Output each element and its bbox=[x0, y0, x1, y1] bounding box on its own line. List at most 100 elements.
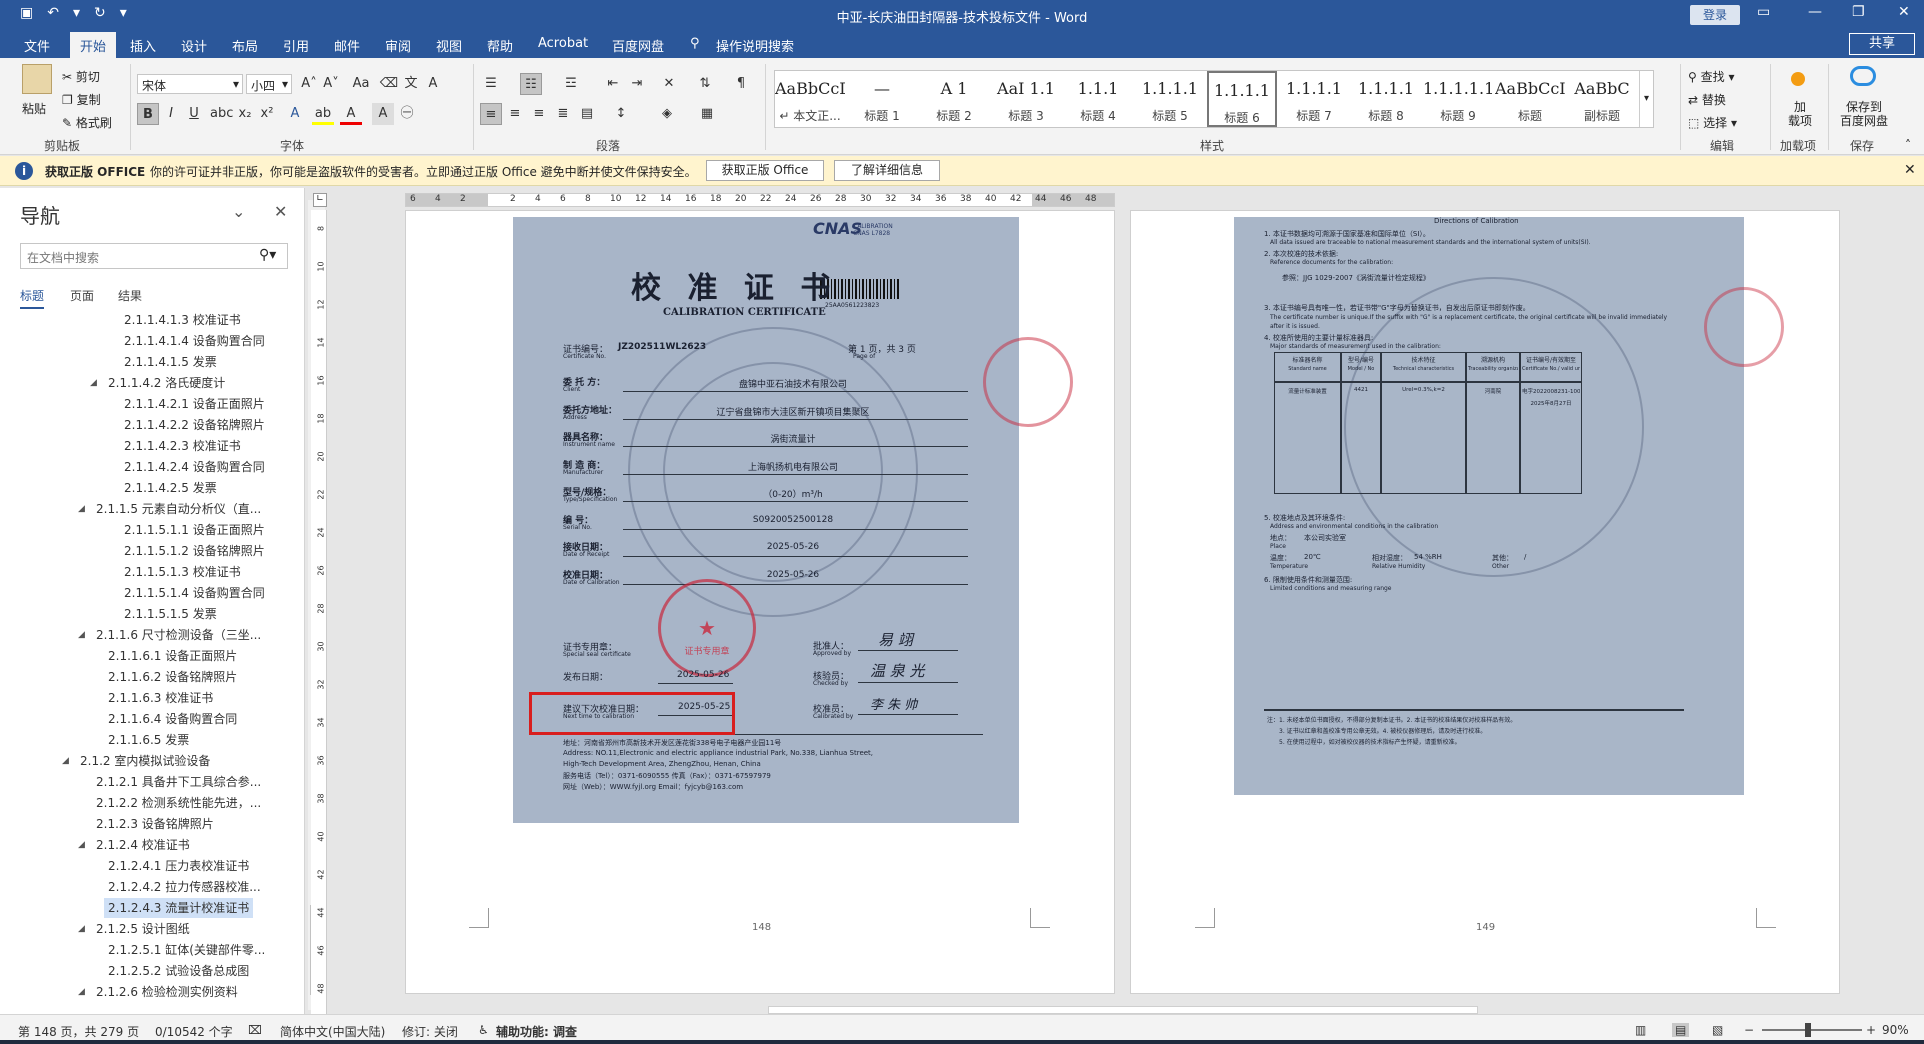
accessibility-icon[interactable]: ♿ bbox=[478, 1023, 489, 1037]
sort-icon[interactable]: ⇅ bbox=[694, 73, 716, 95]
chevron-down-icon[interactable]: ⌄ bbox=[232, 202, 245, 221]
styles-more-icon[interactable]: ▾ bbox=[1639, 71, 1653, 127]
nav-heading-item[interactable]: 2.1.1.4.2.3 校准证书 bbox=[120, 436, 245, 456]
tab-acrobat[interactable]: Acrobat bbox=[538, 36, 588, 51]
web-layout-icon[interactable]: ▧ bbox=[1712, 1023, 1723, 1037]
nav-heading-item[interactable]: 2.1.2.6 检验检测实例资料 bbox=[92, 982, 242, 1002]
font-size-combo[interactable]: 小四 ▾ bbox=[246, 74, 292, 94]
nav-heading-item[interactable]: 2.1.1.6.2 设备铭牌照片 bbox=[104, 667, 241, 687]
share-button[interactable]: 共享 bbox=[1849, 33, 1915, 55]
page-count[interactable]: 第 148 页，共 279 页 bbox=[18, 1023, 139, 1040]
bold-icon[interactable]: B bbox=[137, 103, 159, 125]
print-layout-icon[interactable]: ▤ bbox=[1672, 1023, 1690, 1037]
style-item[interactable]: 1.1.1.1 标题 7 bbox=[1279, 71, 1349, 127]
clear-format-icon[interactable]: ⌫ bbox=[378, 73, 400, 95]
tab-view[interactable]: 视图 bbox=[436, 36, 462, 55]
nav-heading-item[interactable]: 2.1.2.2 检测系统性能先进，... bbox=[92, 793, 265, 813]
collapse-ribbon-icon[interactable]: ˄ bbox=[1905, 138, 1911, 152]
nav-heading-item[interactable]: 2.1.1.4.2.5 发票 bbox=[120, 478, 221, 498]
style-item[interactable]: 1.1.1.1 标题 6 bbox=[1207, 71, 1277, 127]
nav-heading-item[interactable]: 2.1.2.4.1 压力表校准证书 bbox=[104, 856, 253, 876]
font-color-icon[interactable]: A bbox=[340, 103, 362, 125]
collapse-arrow-icon[interactable]: ◢ bbox=[90, 378, 97, 388]
nav-heading-item[interactable]: 2.1.1.5.1.4 设备购置合同 bbox=[120, 583, 269, 603]
find-button[interactable]: ⚲ 查找 ▾ bbox=[1688, 68, 1734, 85]
get-genuine-button[interactable]: 获取正版 Office bbox=[706, 160, 824, 181]
tab-help[interactable]: 帮助 bbox=[487, 36, 513, 55]
nav-heading-item[interactable]: 2.1.2.4 校准证书 bbox=[92, 835, 194, 855]
tab-insert[interactable]: 插入 bbox=[130, 36, 156, 55]
style-item[interactable]: AaBbCcI 标题 bbox=[1495, 71, 1565, 127]
tab-pages[interactable]: 页面 bbox=[70, 287, 94, 304]
zoom-level[interactable]: 90% bbox=[1882, 1023, 1909, 1037]
highlight-icon[interactable]: ab bbox=[312, 103, 334, 125]
zoom-out-icon[interactable]: − bbox=[1744, 1023, 1754, 1037]
restore-icon[interactable]: ❐ bbox=[1852, 4, 1865, 20]
font-name-combo[interactable]: 宋体 ▾ bbox=[137, 74, 243, 94]
nav-heading-item[interactable]: 2.1.1.6.1 设备正面照片 bbox=[104, 646, 241, 666]
track-changes[interactable]: 修订: 关闭 bbox=[402, 1023, 458, 1040]
nav-heading-item[interactable]: 2.1.1.4.1.5 发票 bbox=[120, 352, 221, 372]
minimize-icon[interactable]: — bbox=[1808, 4, 1822, 20]
decrease-indent-icon[interactable]: ⇤ bbox=[602, 73, 624, 95]
nav-heading-item[interactable]: 2.1.1.5 元素自动分析仪（直... bbox=[92, 499, 265, 519]
tab-review[interactable]: 审阅 bbox=[385, 36, 411, 55]
collapse-arrow-icon[interactable]: ◢ bbox=[78, 924, 85, 934]
nav-heading-item[interactable]: 2.1.2.4.2 拉力传感器校准... bbox=[104, 877, 265, 897]
nav-heading-item[interactable]: 2.1.1.5.1.2 设备铭牌照片 bbox=[120, 541, 269, 561]
nav-heading-item[interactable]: 2.1.2.5 设计图纸 bbox=[92, 919, 194, 939]
word-count[interactable]: 0/10542 个字 bbox=[155, 1023, 233, 1040]
subscript-icon[interactable]: x₂ bbox=[234, 103, 256, 125]
chinese-layout-icon[interactable]: ✕ bbox=[658, 73, 680, 95]
zoom-in-icon[interactable]: + bbox=[1866, 1023, 1876, 1037]
nav-heading-item[interactable]: 2.1.1.6 尺寸检测设备（三坐... bbox=[92, 625, 265, 645]
collapse-arrow-icon[interactable]: ◢ bbox=[78, 630, 85, 640]
tab-layout[interactable]: 布局 bbox=[232, 36, 258, 55]
numbering-icon[interactable]: ☷ bbox=[520, 73, 542, 95]
shading-icon[interactable]: ◈ bbox=[656, 103, 678, 125]
proofing-icon[interactable]: ⌧ bbox=[248, 1023, 262, 1037]
borders-icon[interactable]: ▦ bbox=[696, 103, 718, 125]
align-right-icon[interactable]: ≡ bbox=[528, 103, 550, 125]
nav-heading-item[interactable]: 2.1.1.6.4 设备购置合同 bbox=[104, 709, 241, 729]
style-item[interactable]: A 1 标题 2 bbox=[919, 71, 989, 127]
copy-button[interactable]: ❐ 复制 bbox=[62, 91, 101, 108]
style-item[interactable]: AaI 1.1 标题 3 bbox=[991, 71, 1061, 127]
style-item[interactable]: — 标题 1 bbox=[847, 71, 917, 127]
style-item[interactable]: 1.1.1.1 标题 8 bbox=[1351, 71, 1421, 127]
bullets-icon[interactable]: ☰ bbox=[480, 73, 502, 95]
tab-selector-icon[interactable]: ∟ bbox=[313, 193, 327, 207]
horizontal-ruler[interactable]: 6 4 2 2 4 6 8 10 12 14 16 18 20 22 24 26 28 30 32 34 36 38 40 4… bbox=[405, 193, 1115, 207]
italic-icon[interactable]: I bbox=[160, 103, 182, 125]
paste-button[interactable]: 粘贴 bbox=[22, 100, 46, 117]
nav-heading-item[interactable]: 2.1.1.6.3 校准证书 bbox=[104, 688, 217, 708]
collapse-arrow-icon[interactable]: ◢ bbox=[78, 504, 85, 514]
nav-heading-item[interactable]: 2.1.1.4.2.1 设备正面照片 bbox=[120, 394, 269, 414]
collapse-arrow-icon[interactable]: ◢ bbox=[78, 840, 85, 850]
login-button[interactable]: 登录 bbox=[1690, 5, 1740, 25]
nav-heading-item[interactable]: 2.1.1.4.2.2 设备铭牌照片 bbox=[120, 415, 269, 435]
nav-heading-item[interactable]: 2.1.1.5.1.5 发票 bbox=[120, 604, 221, 624]
addins-icon[interactable] bbox=[1791, 72, 1805, 86]
style-item[interactable]: 1.1.1.1.1 标题 9 bbox=[1423, 71, 1493, 127]
distributed-icon[interactable]: ▤ bbox=[576, 103, 598, 125]
style-item[interactable]: 1.1.1.1 标题 5 bbox=[1135, 71, 1205, 127]
nav-heading-item[interactable]: 2.1.2.1 具备井下工具综合参... bbox=[92, 772, 265, 792]
paste-icon[interactable] bbox=[22, 64, 52, 94]
nav-heading-item[interactable]: 2.1.1.5.1.3 校准证书 bbox=[120, 562, 245, 582]
baidu-cloud-icon[interactable] bbox=[1850, 66, 1876, 86]
tell-me-search[interactable]: 操作说明搜索 bbox=[716, 36, 794, 55]
strikethrough-icon[interactable]: abc bbox=[210, 103, 233, 125]
align-left-icon[interactable]: ≡ bbox=[480, 103, 502, 125]
nav-heading-item[interactable]: 2.1.1.4.1.4 设备购置合同 bbox=[120, 331, 269, 351]
nav-heading-item[interactable]: 2.1.1.4.2.4 设备购置合同 bbox=[120, 457, 269, 477]
nav-heading-item[interactable]: 2.1.1.4.2 洛氏硬度计 bbox=[104, 373, 229, 393]
nav-heading-item[interactable]: 2.1.2.5.1 缸体(关键部件零... bbox=[104, 940, 269, 960]
search-icon[interactable]: ⚲▾ bbox=[259, 247, 276, 263]
nav-heading-item[interactable]: 2.1.2 室内模拟试验设备 bbox=[76, 751, 214, 771]
enclose-characters-icon[interactable]: ㊀ bbox=[396, 103, 418, 125]
vertical-ruler[interactable]: 8 10 12 14 16 18 20 22 24 26 28 30 32 34 36 38 40 42 44 46 4… bbox=[311, 210, 327, 1014]
cut-button[interactable]: ✂ 剪切 bbox=[62, 68, 100, 85]
collapse-arrow-icon[interactable]: ◢ bbox=[78, 987, 85, 997]
grow-font-icon[interactable]: A˄ bbox=[298, 73, 320, 95]
